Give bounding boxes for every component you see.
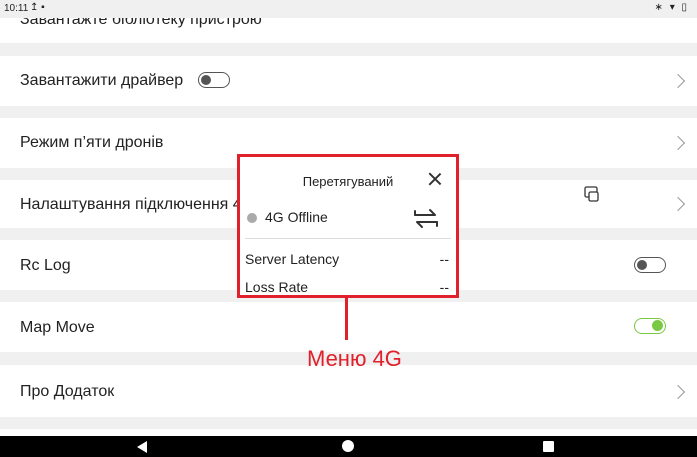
recent-apps-icon[interactable] xyxy=(543,441,554,452)
notification-icons: ↥ ▪ xyxy=(30,2,45,13)
loss-rate-row: Loss Rate -- xyxy=(245,279,451,295)
row-label: Режим п’яти дронів xyxy=(20,134,164,151)
row-label: Про Додаток xyxy=(20,383,115,400)
loss-rate-value: -- xyxy=(439,279,449,295)
map-move-toggle[interactable] xyxy=(634,318,666,334)
row-label: Налаштування підключення 4G xyxy=(20,196,255,213)
server-latency-value: -- xyxy=(439,251,449,267)
swap-icon[interactable] xyxy=(412,205,440,231)
chevron-right-icon xyxy=(670,384,686,400)
row-label: Map Move xyxy=(20,319,95,336)
status-dot-icon xyxy=(247,213,257,223)
remote-controller-icon[interactable] xyxy=(584,186,600,202)
chevron-right-icon xyxy=(670,73,686,89)
annotation-connector xyxy=(345,298,348,340)
popup-title[interactable]: Перетягуваний xyxy=(240,174,456,189)
close-icon[interactable] xyxy=(428,172,442,186)
status-time: 10:11 xyxy=(4,3,29,14)
4g-popup[interactable]: Перетягуваний 4G Offline Server Latency … xyxy=(237,154,459,298)
server-latency-label: Server Latency xyxy=(245,251,340,267)
status-bar-overlay: 10:11 ↥ ▪ ∗ ▾ ▯ xyxy=(0,0,697,18)
annotation-label: Меню 4G xyxy=(307,346,402,371)
home-icon[interactable] xyxy=(342,440,354,452)
settings-row-partial xyxy=(0,429,697,436)
settings-row-map-move[interactable]: Map Move xyxy=(0,302,697,352)
row-label: Завантажити драйвер xyxy=(20,72,184,89)
rc-log-toggle[interactable] xyxy=(634,257,666,273)
popup-divider xyxy=(245,238,451,239)
android-nav-bar xyxy=(0,436,697,457)
chevron-right-icon xyxy=(670,135,686,151)
settings-row-driver[interactable]: Завантажити драйвер xyxy=(0,56,697,106)
chevron-right-icon xyxy=(670,196,686,212)
settings-row-about[interactable]: Про Додаток xyxy=(0,365,697,417)
driver-toggle[interactable] xyxy=(198,72,230,88)
system-icons: ∗ ▾ ▯ xyxy=(654,2,689,13)
server-latency-row: Server Latency -- xyxy=(245,251,451,267)
row-label: Rc Log xyxy=(20,257,71,274)
loss-rate-label: Loss Rate xyxy=(245,279,309,295)
connection-status: 4G Offline xyxy=(265,209,328,225)
back-icon[interactable] xyxy=(137,441,147,453)
